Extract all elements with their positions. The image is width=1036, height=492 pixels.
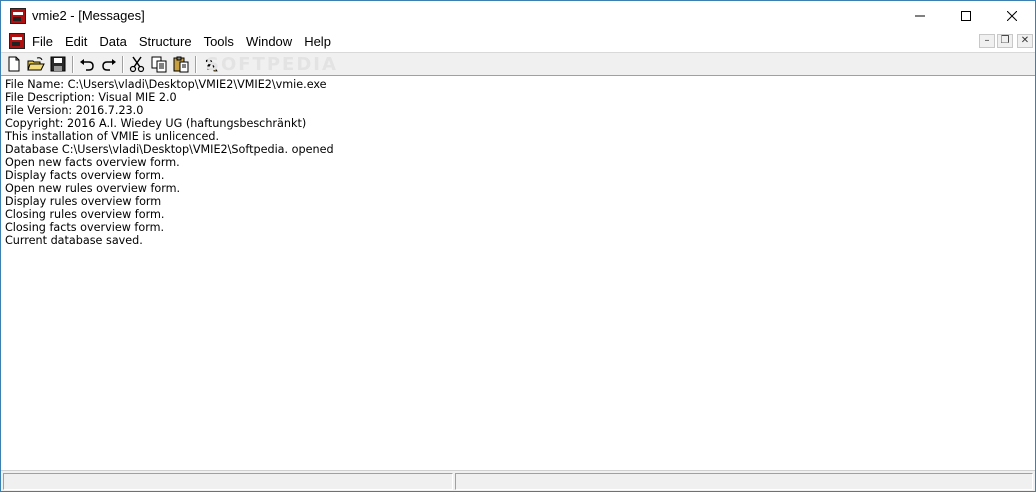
status-pane-secondary — [455, 473, 1033, 490]
toolbar-separator — [72, 56, 74, 73]
paste-icon — [173, 56, 189, 73]
message-line: Open new rules overview form. — [5, 182, 181, 195]
cut-button[interactable] — [128, 56, 146, 73]
application-window: vmie2 - [Messages] File Edit Data Struct… — [0, 0, 1036, 492]
mdi-minimize-button[interactable]: – — [979, 34, 995, 48]
menu-items: File Edit Data Structure Tools Window He… — [26, 31, 337, 52]
toolbar-separator — [122, 56, 124, 73]
redo-button[interactable] — [100, 56, 118, 73]
mdi-close-button[interactable]: ✕ — [1017, 34, 1033, 48]
toolbar-separator — [195, 56, 197, 73]
message-list: File Name: C:\Users\vladi\Desktop\VMIE2\… — [5, 78, 334, 247]
copy-icon — [151, 56, 167, 73]
softpedia-watermark: SOFTPEDIA — [206, 54, 338, 75]
copy-button[interactable] — [150, 56, 168, 73]
message-line: This installation of VMIE is unlicenced. — [5, 130, 220, 143]
message-line: Current database saved. — [5, 234, 143, 247]
message-line: File Description: Visual MIE 2.0 — [5, 91, 177, 104]
menu-window[interactable]: Window — [240, 31, 298, 52]
close-icon — [1007, 11, 1017, 21]
status-pane-main — [3, 473, 453, 490]
menu-structure[interactable]: Structure — [133, 31, 198, 52]
menu-tools[interactable]: Tools — [198, 31, 240, 52]
open-icon — [27, 57, 45, 71]
save-button[interactable] — [49, 56, 67, 73]
undo-icon — [80, 59, 94, 71]
message-line: Closing rules overview form. — [5, 208, 165, 221]
message-line: Closing facts overview form. — [5, 221, 165, 234]
title-bar[interactable]: vmie2 - [Messages] — [1, 1, 1035, 31]
redo-icon — [102, 59, 116, 71]
status-bar — [1, 470, 1035, 491]
maximize-icon — [961, 11, 971, 21]
new-icon — [8, 56, 20, 72]
mdi-restore-button[interactable]: ❐ — [997, 34, 1013, 48]
message-line: Display facts overview form. — [5, 169, 165, 182]
cut-icon — [129, 56, 145, 73]
toolbar: ? — [1, 52, 1035, 76]
minimize-button[interactable] — [897, 1, 943, 31]
save-icon — [50, 56, 66, 72]
document-system-menu-icon[interactable] — [9, 33, 25, 49]
minimize-icon — [915, 15, 925, 17]
close-button[interactable] — [989, 1, 1035, 31]
message-line: Database C:\Users\vladi\Desktop\VMIE2\So… — [5, 143, 334, 156]
message-line: Copyright: 2016 A.I. Wiedey UG (haftungs… — [5, 117, 307, 130]
new-button[interactable] — [5, 56, 23, 73]
undo-button[interactable] — [78, 56, 96, 73]
message-line: File Name: C:\Users\vladi\Desktop\VMIE2\… — [5, 78, 327, 91]
maximize-button[interactable] — [943, 1, 989, 31]
menu-file[interactable]: File — [26, 31, 59, 52]
open-button[interactable] — [27, 56, 45, 73]
message-line: File Version: 2016.7.23.0 — [5, 104, 144, 117]
menu-bar: File Edit Data Structure Tools Window He… — [1, 31, 1035, 52]
menu-help[interactable]: Help — [298, 31, 337, 52]
menu-edit[interactable]: Edit — [59, 31, 93, 52]
vmie-app-icon[interactable] — [10, 8, 26, 24]
menu-data[interactable]: Data — [93, 31, 132, 52]
message-line: Open new facts overview form. — [5, 156, 180, 169]
messages-window[interactable]: SOFTPEDIA File Name: C:\Users\vladi\Desk… — [1, 54, 1035, 470]
paste-button[interactable] — [172, 56, 190, 73]
message-line: Display rules overview form — [5, 195, 162, 208]
window-title: vmie2 - [Messages] — [32, 8, 145, 23]
